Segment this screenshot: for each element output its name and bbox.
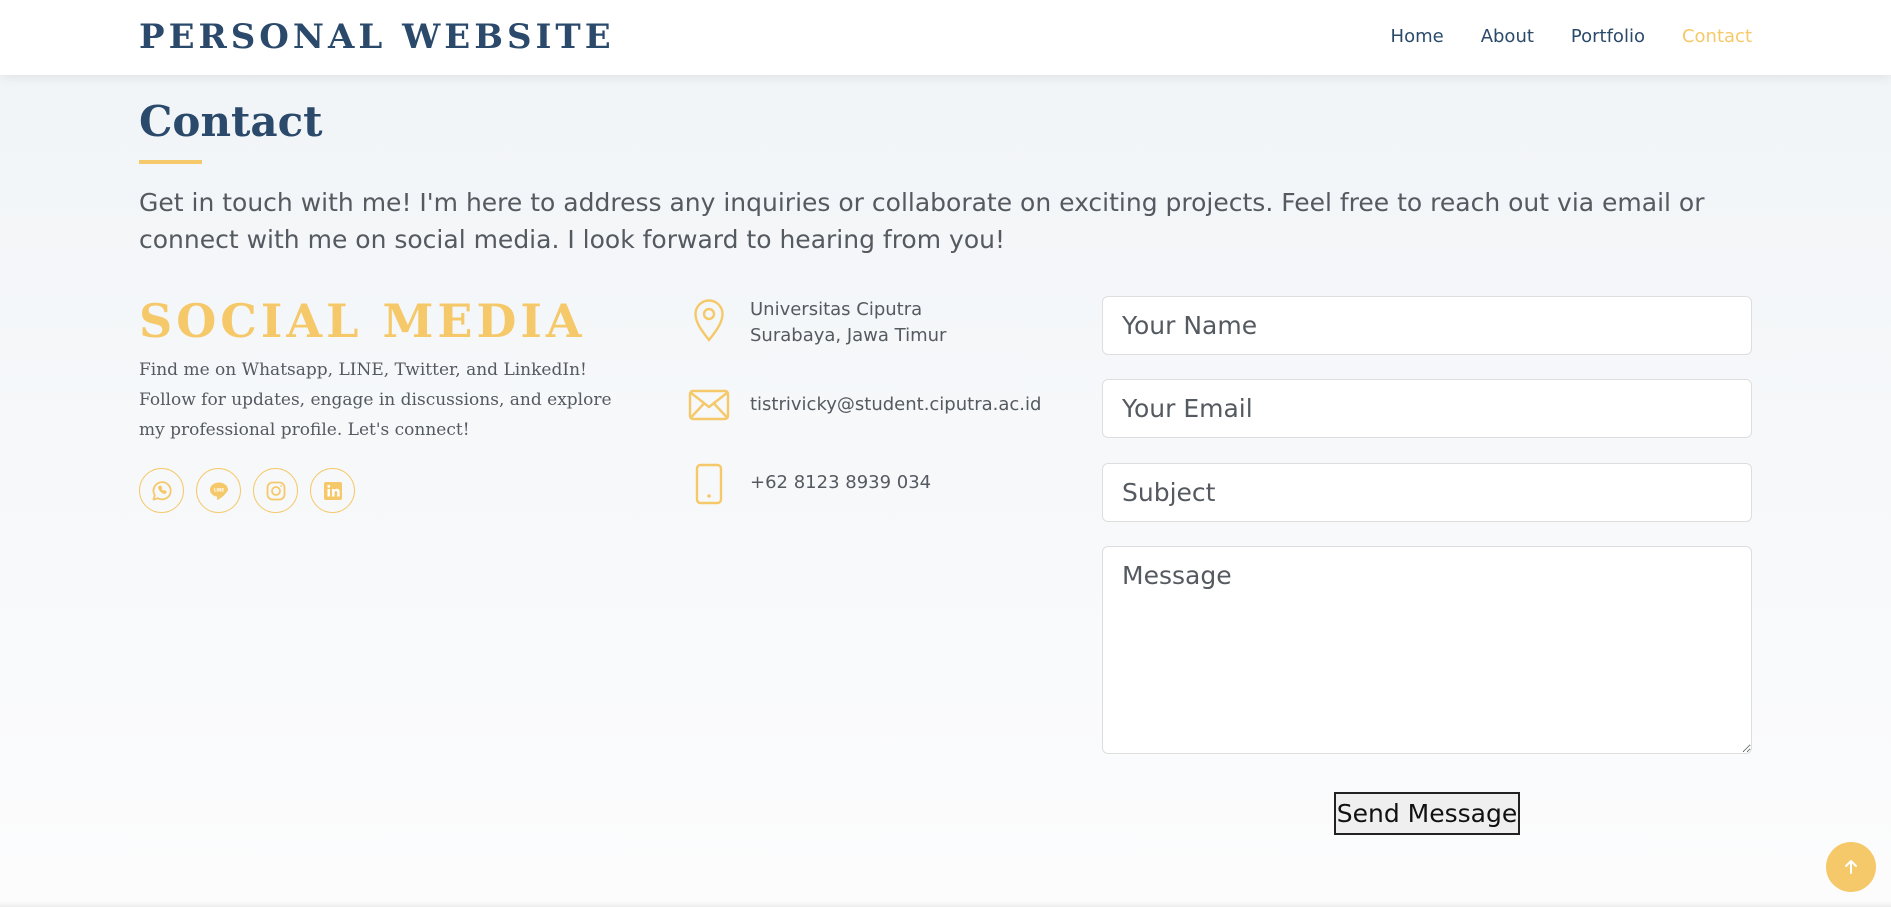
- nav-link-home[interactable]: Home: [1391, 26, 1444, 47]
- mobile-phone-icon: [688, 463, 730, 505]
- envelope-icon: [688, 388, 730, 422]
- page-bottom-edge: [0, 901, 1891, 907]
- email-input[interactable]: [1102, 379, 1752, 438]
- instagram-icon: [266, 481, 285, 500]
- nav-link-about[interactable]: About: [1481, 26, 1534, 47]
- message-textarea[interactable]: [1102, 546, 1752, 754]
- name-input[interactable]: [1102, 296, 1752, 355]
- line-button[interactable]: LINE: [196, 468, 241, 513]
- address-info: Universitas Ciputra Surabaya, Jawa Timur: [688, 297, 946, 349]
- linkedin-button[interactable]: [310, 468, 355, 513]
- line-icon: LINE: [209, 482, 228, 500]
- page-title: Contact: [139, 97, 323, 146]
- svg-text:LINE: LINE: [213, 487, 223, 492]
- nav-links: Home About Portfolio Contact: [1391, 26, 1752, 47]
- linkedin-icon: [323, 481, 342, 500]
- subject-input[interactable]: [1102, 463, 1752, 522]
- address-line-2: Surabaya, Jawa Timur: [750, 325, 947, 346]
- navbar: PERSONAL WEBSITE Home About Portfolio Co…: [0, 0, 1891, 75]
- nav-link-portfolio[interactable]: Portfolio: [1571, 26, 1645, 47]
- social-media-text: Find me on Whatsapp, LINE, Twitter, and …: [139, 360, 612, 440]
- whatsapp-button[interactable]: [139, 468, 184, 513]
- instagram-button[interactable]: [253, 468, 298, 513]
- site-brand[interactable]: PERSONAL WEBSITE: [139, 17, 615, 57]
- email-info: tistrivicky@student.ciputra.ac.id: [688, 388, 1041, 422]
- send-message-button[interactable]: Send Message: [1334, 792, 1520, 835]
- title-underline: [139, 160, 202, 164]
- address-line-1: Universitas Ciputra: [750, 299, 923, 320]
- back-to-top-button[interactable]: [1826, 842, 1876, 892]
- social-media-title: SOCIAL MEDIA: [139, 294, 586, 348]
- location-pin-icon: [688, 297, 730, 343]
- email-address[interactable]: tistrivicky@student.ciputra.ac.id: [750, 392, 1041, 418]
- contact-intro: Get in touch with me! I'm here to addres…: [139, 188, 1705, 254]
- phone-info: +62 8123 8939 034: [688, 463, 931, 505]
- whatsapp-icon: [152, 480, 172, 500]
- phone-number[interactable]: +62 8123 8939 034: [750, 470, 931, 496]
- arrow-up-icon: [1845, 860, 1857, 874]
- nav-link-contact[interactable]: Contact: [1682, 26, 1752, 47]
- social-icons: LINE: [139, 468, 355, 513]
